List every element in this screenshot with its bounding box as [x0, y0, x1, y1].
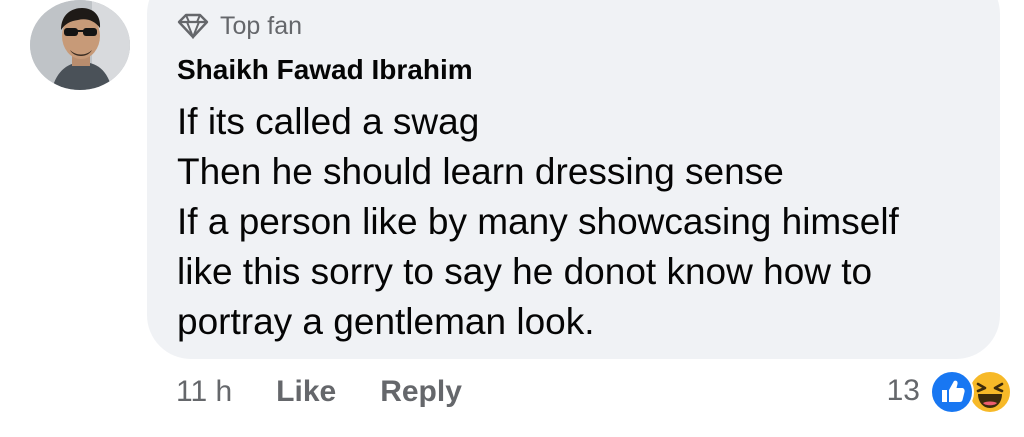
avatar-photo [30, 0, 130, 90]
reactions-summary[interactable]: 13 [887, 366, 1014, 416]
badge-label: Top fan [220, 11, 303, 40]
like-button[interactable]: Like [276, 375, 336, 409]
comment-actions: 11 h Like Reply [176, 370, 462, 414]
comment-line: If a person like by many showcasing hims… [177, 201, 899, 242]
diamond-icon [177, 13, 209, 39]
reaction-count: 13 [886, 374, 920, 407]
haha-reaction-icon [968, 370, 1012, 414]
like-reaction-icon [930, 370, 974, 414]
top-fan-badge: Top fan [176, 10, 302, 42]
comment-line: like this sorry to say he donot know how… [177, 251, 873, 292]
timestamp[interactable]: 11 h [176, 375, 232, 409]
avatar[interactable] [30, 0, 130, 90]
reaction-icons [930, 368, 1014, 414]
comment-text: If its called a swag Then he should lear… [177, 97, 987, 347]
comment-line: portray a gentleman look. [177, 301, 595, 342]
author-name[interactable]: Shaikh Fawad Ibrahim [177, 54, 473, 86]
comment-line: If its called a swag [177, 101, 480, 142]
comment-line: Then he should learn dressing sense [177, 151, 784, 192]
reply-button[interactable]: Reply [380, 375, 462, 409]
comment: Top fan Shaikh Fawad Ibrahim If its call… [0, 0, 1024, 437]
